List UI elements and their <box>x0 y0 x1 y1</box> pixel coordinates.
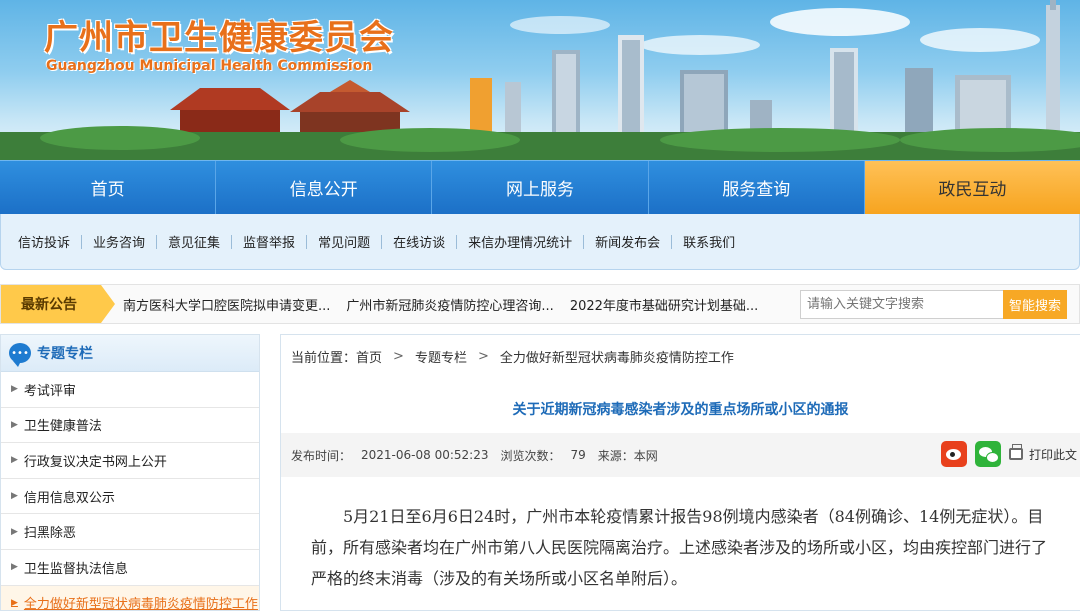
notice-bar: 最新公告 南方医科大学口腔医院拟申请变更... 广州市新冠肺炎疫情防控心理咨询.… <box>0 284 1080 324</box>
subnav-opinion[interactable]: 意见征集 <box>157 232 231 251</box>
subnav-report[interactable]: 监督举报 <box>232 232 306 251</box>
page-root: 广州市卫生健康委员会 Guangzhou Municipal Health Co… <box>0 0 1080 611</box>
subnav-faq[interactable]: 常见问题 <box>307 232 381 251</box>
wechat-share-icon[interactable] <box>974 441 1001 467</box>
printer-icon[interactable] <box>1008 444 1023 460</box>
publish-time-value: 2021-06-08 00:52:23 <box>361 448 489 462</box>
chat-bubble-icon: ••• <box>9 343 31 367</box>
sidebar-item-label: 全力做好新型冠状病毒肺炎疫情防控工作 <box>23 597 258 611</box>
sidebar-title: 专题专栏 <box>37 346 93 362</box>
views-value: 79 <box>570 448 586 462</box>
subnav-petition[interactable]: 信访投诉 <box>7 232 81 251</box>
main-nav: 首页 信息公开 网上服务 服务查询 政民互动 <box>0 160 1080 214</box>
sub-nav: 信访投诉 业务咨询 意见征集 监督举报 常见问题 在线访谈 来信办理情况统计 新… <box>0 214 1080 270</box>
triangle-right-icon: ▶ <box>11 597 18 608</box>
subnav-interview[interactable]: 在线访谈 <box>382 232 456 251</box>
sidebar-item-label: 考试评审 <box>23 383 76 399</box>
breadcrumb-separator: > <box>393 348 404 364</box>
notice-item[interactable]: 南方医科大学口腔医院拟申请变更... <box>123 295 330 314</box>
sidebar-item-covid-prevention[interactable]: ▶ 全力做好新型冠状病毒肺炎疫情防控工作 <box>1 585 259 611</box>
source-label: 来源： <box>597 448 634 463</box>
nav-public-interaction[interactable]: 政民互动 <box>864 161 1080 214</box>
breadcrumb-separator: > <box>477 348 489 364</box>
triangle-right-icon: ▶ <box>11 455 18 466</box>
article-body: 5月21日至6月6日24时，广州市本轮疫情累计报告98例境内感染者（84例确诊、… <box>311 507 1048 588</box>
nav-home[interactable]: 首页 <box>0 161 217 214</box>
weibo-share-icon[interactable] <box>940 441 967 467</box>
breadcrumb-prefix: 当前位置： <box>291 350 357 366</box>
subnav-contact[interactable]: 联系我们 <box>672 232 746 251</box>
subnav-letter-stats[interactable]: 来信办理情况统计 <box>457 232 583 251</box>
breadcrumb-covid[interactable]: 全力做好新型冠状病毒肺炎疫情防控工作 <box>500 347 734 366</box>
sidebar-item-health-law[interactable]: ▶ 卫生健康普法 <box>1 408 259 444</box>
article-title: 关于近期新冠病毒感染者涉及的重点场所或小区的通报 <box>512 402 849 418</box>
share-tools: 打印此文 <box>940 441 1077 467</box>
notice-item[interactable]: 广州市新冠肺炎疫情防控心理咨询... <box>346 295 553 314</box>
topics-sidebar: ••• 专题专栏 ▶ 考试评审 ▶ 卫生健康普法 ▶ 行政复议决定书网上公开 ▶ 信用信… <box>0 334 260 611</box>
publish-time-label: 发布时间： <box>291 448 352 463</box>
sidebar-item-label: 卫生监督执法信息 <box>23 561 128 577</box>
triangle-right-icon: ▶ <box>11 384 18 395</box>
article-panel: 当前位置： 首页 > 专题专栏 > 全力做好新型冠状病毒肺炎疫情防控工作 关于近… <box>280 334 1080 611</box>
sidebar-item-exam[interactable]: ▶ 考试评审 <box>1 372 259 408</box>
triangle-right-icon: ▶ <box>11 491 18 502</box>
nav-online-service[interactable]: 网上服务 <box>432 161 649 214</box>
notice-label: 最新公告 <box>1 285 115 323</box>
notice-list: 南方医科大学口腔医院拟申请变更... 广州市新冠肺炎疫情防控心理咨询... 20… <box>123 285 774 323</box>
sidebar-item-label: 扫黑除恶 <box>23 526 76 542</box>
sidebar-item-label: 行政复议决定书网上公开 <box>23 454 167 470</box>
site-subtitle: Guangzhou Municipal Health Commission <box>46 58 373 74</box>
article-meta: 发布时间： 2021-06-08 00:52:23 浏览次数： 79 来源： 本… <box>281 433 1080 477</box>
breadcrumb-home[interactable]: 首页 <box>356 347 382 366</box>
notice-item[interactable]: 2022年度市基础研究计划基础... <box>570 295 758 314</box>
triangle-right-icon: ▶ <box>11 419 18 430</box>
site-title: 广州市卫生健康委员会 <box>44 18 394 58</box>
subnav-consulting[interactable]: 业务咨询 <box>82 232 156 251</box>
sidebar-item-credit-info[interactable]: ▶ 信用信息双公示 <box>1 479 259 515</box>
sidebar-item-anti-crime[interactable]: ▶ 扫黑除恶 <box>1 514 259 550</box>
site-banner: 广州市卫生健康委员会 Guangzhou Municipal Health Co… <box>0 0 1080 160</box>
breadcrumb: 当前位置： 首页 > 专题专栏 > 全力做好新型冠状病毒肺炎疫情防控工作 <box>281 335 1080 377</box>
sidebar-item-supervision[interactable]: ▶ 卫生监督执法信息 <box>1 550 259 586</box>
sidebar-item-label: 信用信息双公示 <box>23 490 115 506</box>
nav-service-query[interactable]: 服务查询 <box>649 161 865 214</box>
sidebar-item-label: 卫生健康普法 <box>23 419 102 435</box>
sidebar-item-admin-review[interactable]: ▶ 行政复议决定书网上公开 <box>1 443 259 479</box>
sidebar-header: ••• 专题专栏 <box>1 335 259 372</box>
triangle-right-icon: ▶ <box>11 526 18 537</box>
nav-info-disclosure[interactable]: 信息公开 <box>216 161 433 214</box>
breadcrumb-topics[interactable]: 专题专栏 <box>415 347 467 366</box>
search-input[interactable] <box>800 290 1004 319</box>
triangle-right-icon: ▶ <box>11 562 18 573</box>
print-article-link[interactable]: 打印此文 <box>1029 446 1077 463</box>
source-value: 本网 <box>633 448 658 463</box>
smart-search-button[interactable]: 智能搜索 <box>1003 290 1067 319</box>
subnav-press[interactable]: 新闻发布会 <box>584 232 671 251</box>
views-label: 浏览次数： <box>500 448 561 463</box>
